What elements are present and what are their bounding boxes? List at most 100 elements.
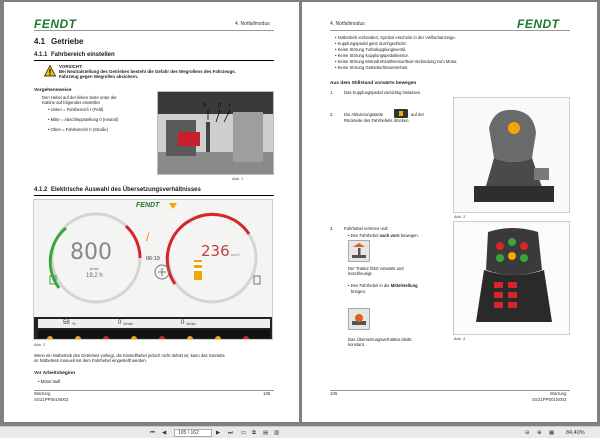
fig3-caption: Abb. 3 <box>454 215 465 219</box>
last-page-icon[interactable]: ⏭ <box>228 429 233 437</box>
bullet-text: Kupplungspedal ganz durchgedrückt. <box>337 41 407 46</box>
bullet-item: • Oben = Fahrbereich II (Straße) <box>48 127 109 132</box>
page-number: 106 <box>330 391 338 396</box>
bullet-text: Keine Störung Motordrehzahlsensor/Bus-Ve… <box>337 59 458 64</box>
dash-status-bar: 58 % 0 1/min 0 1/min <box>34 317 272 339</box>
page-106: 4. Notfallmodus FENDT • Notbetrieb vorha… <box>302 2 597 422</box>
before-work-title: Vor Arbeitsbeginn <box>34 371 76 376</box>
dash-warning-icons <box>38 330 270 339</box>
step-2-text-a: Die Aktivierungstaste <box>344 112 384 117</box>
dash-brand: FENDT <box>136 202 160 209</box>
subsection-title: Fahrbereich einstellen <box>51 52 115 58</box>
bullet-text: Unten = Fahrbereich I (Feld) <box>50 107 104 112</box>
previous-page-icon[interactable]: ◀ <box>162 429 166 437</box>
page-number: 105 <box>263 391 271 396</box>
step-3-number: 3. <box>330 226 334 231</box>
dash-info-row: 58 % 0 1/min 0 1/min <box>38 319 270 328</box>
header-rule <box>330 30 570 31</box>
zoom-out-icon[interactable]: ⊖ <box>525 429 530 437</box>
sub-a-bold: nach vorn <box>379 233 400 238</box>
dash-rpm1-value: 0 <box>118 320 122 326</box>
bullet-item: • Keine Störung Getriebe/Steuereinheit. <box>335 65 409 70</box>
bullet-text: Oben = Fahrbereich II (Straße) <box>50 127 109 132</box>
fendt-logo: FENDT <box>34 17 77 31</box>
bullet-text: Keine Störung Kupplungspedalsensor. <box>337 53 409 58</box>
step-1-number: 1. <box>330 90 334 95</box>
single-page-icon[interactable]: ▭ <box>241 429 246 437</box>
fig1-label-i: I <box>229 103 231 109</box>
footer-doc-id: SS21PP001N003 <box>532 396 567 402</box>
sub-a-suffix: bewegen. <box>400 233 419 238</box>
bullet-item: • Mitte = Abschleppstellung 0 (neutral) <box>48 117 119 122</box>
warning-block: VORSICHT: Bei Neutralstellung des Getrie… <box>59 64 274 80</box>
subsection-number: 4.1.1 <box>34 52 48 58</box>
subsection2-number: 4.1.2 <box>34 187 48 193</box>
bullet-item: • Keine Störung Turbokupplungsventil. <box>335 47 407 52</box>
fig1-label-ii: II <box>203 103 206 109</box>
step-2-number: 2. <box>330 112 334 117</box>
zoom-level[interactable]: 84,40% <box>566 429 585 437</box>
document-viewer: FENDT 4. Notfallmodus 4.1 Getriebe 4.1.1… <box>0 0 600 426</box>
forward-lever-icon <box>348 240 370 262</box>
dash-pct-value: 58 <box>63 320 70 326</box>
step-2-text-b: auf der <box>411 112 425 117</box>
fig2-caption: Abb. 2 <box>34 343 45 347</box>
warning-icon <box>44 65 56 77</box>
rpm-value: 800 <box>70 240 112 265</box>
fig1-caption: Abb. 1 <box>232 177 243 181</box>
sub-step-b: • Den Fahrhebel in die Mittelstellung <box>348 283 418 288</box>
two-page-icon[interactable]: ⧉ <box>252 429 256 437</box>
continuous-icon[interactable]: ▤ <box>263 429 268 437</box>
fig1-label-0: 0 <box>218 103 221 109</box>
subsection-rule <box>34 60 274 61</box>
step-1-text: Das Kupplungspedal vorsichtig loslassen. <box>344 90 422 95</box>
subsection2-rule <box>34 195 274 196</box>
chapter-header: 4. Notfallmodus <box>330 21 365 27</box>
bullet-text: Notbetrieb vorhanden; Symbol erscheint i… <box>337 35 456 40</box>
viewer-toolbar: ⏮ ◀ 105 / 162 ▶ ⏭ ▭ ⧉ ▤ ▥ ⊖ ⊕ ▦ 84,40% <box>0 426 600 438</box>
sub-a-prefix: Den Fahrhebel <box>350 233 379 238</box>
result-a-2: beschleunigt. <box>348 271 373 276</box>
sub-b-bold: Mittelstellung <box>390 283 418 288</box>
section-number: 4.1 <box>34 37 46 46</box>
bullet-item: • Notbetrieb vorhanden; Symbol erscheint… <box>335 35 456 40</box>
sub-b-prefix: Den Fahrhebel in die <box>350 283 390 288</box>
procedure-intro-2: Kabine auf folgendes einstellen <box>42 100 101 105</box>
bullet-text: Keine Störung Getriebe/Steuereinheit. <box>337 65 409 70</box>
bullet-item: • Kupplungspedal ganz durchgedrückt. <box>335 41 407 46</box>
zoom-in-icon[interactable]: ⊕ <box>537 429 542 437</box>
bullet-item: • Keine Störung Kupplungspedalsensor. <box>335 53 409 58</box>
page-number-input[interactable]: 105 / 162 <box>174 428 212 437</box>
subsection2-title: Elektrische Auswahl des Übersetzungsverh… <box>51 187 201 193</box>
fendt-logo: FENDT <box>517 17 560 31</box>
dash-rpm1-unit: 1/min <box>123 321 133 326</box>
header-rule <box>34 30 274 31</box>
rpm-unit: 1/min <box>89 266 99 271</box>
joystick-back-photo <box>453 97 570 213</box>
step-3-text: Fahrhebel nehmen und: <box>344 226 389 231</box>
paragraph-line-2: im Notbetrieb manuell mit dem Fahrhebel … <box>34 358 147 363</box>
clock-time: 06:19 <box>146 256 160 262</box>
fit-width-icon[interactable]: ▦ <box>549 429 554 437</box>
bullet-text: Motor läuft <box>40 379 61 384</box>
lever-photo: II 0 I <box>157 91 274 175</box>
footer-left: Wartung SS21PP001N003 <box>34 391 68 402</box>
page-105: FENDT 4. Notfallmodus 4.1 Getriebe 4.1.1… <box>4 2 299 422</box>
activation-key-icon <box>394 109 408 118</box>
dashboard-screenshot: / FENDT 800 1/min 19,2 h 06:19 236 km/h <box>33 199 273 340</box>
dash-rpm2-value: 0 <box>181 320 185 326</box>
next-page-icon[interactable]: ▶ <box>216 429 220 437</box>
sub-step-a: • Den Fahrhebel nach vorn bewegen. <box>348 233 419 238</box>
warning-text-2: Fahrzeug gegen Wegrollen absichern. <box>59 74 139 80</box>
from-stop-title: Aus dem Stillstand vorwärts bewegen <box>330 81 417 86</box>
sub-b-suffix: bringen. <box>351 289 367 294</box>
dash-pct-unit: % <box>72 321 76 326</box>
facing-icon[interactable]: ▥ <box>274 429 279 437</box>
joystick-front-photo <box>453 221 570 335</box>
result-b-2: konstant. <box>348 342 365 347</box>
first-page-icon[interactable]: ⏮ <box>150 429 155 437</box>
speed-value: 236 <box>201 242 230 260</box>
dash-rpm2-unit: 1/min <box>186 321 196 326</box>
bullet-item: • Keine Störung Motordrehzahlsensor/Bus-… <box>335 59 458 64</box>
bullet-text: Mitte = Abschleppstellung 0 (neutral) <box>50 117 119 122</box>
